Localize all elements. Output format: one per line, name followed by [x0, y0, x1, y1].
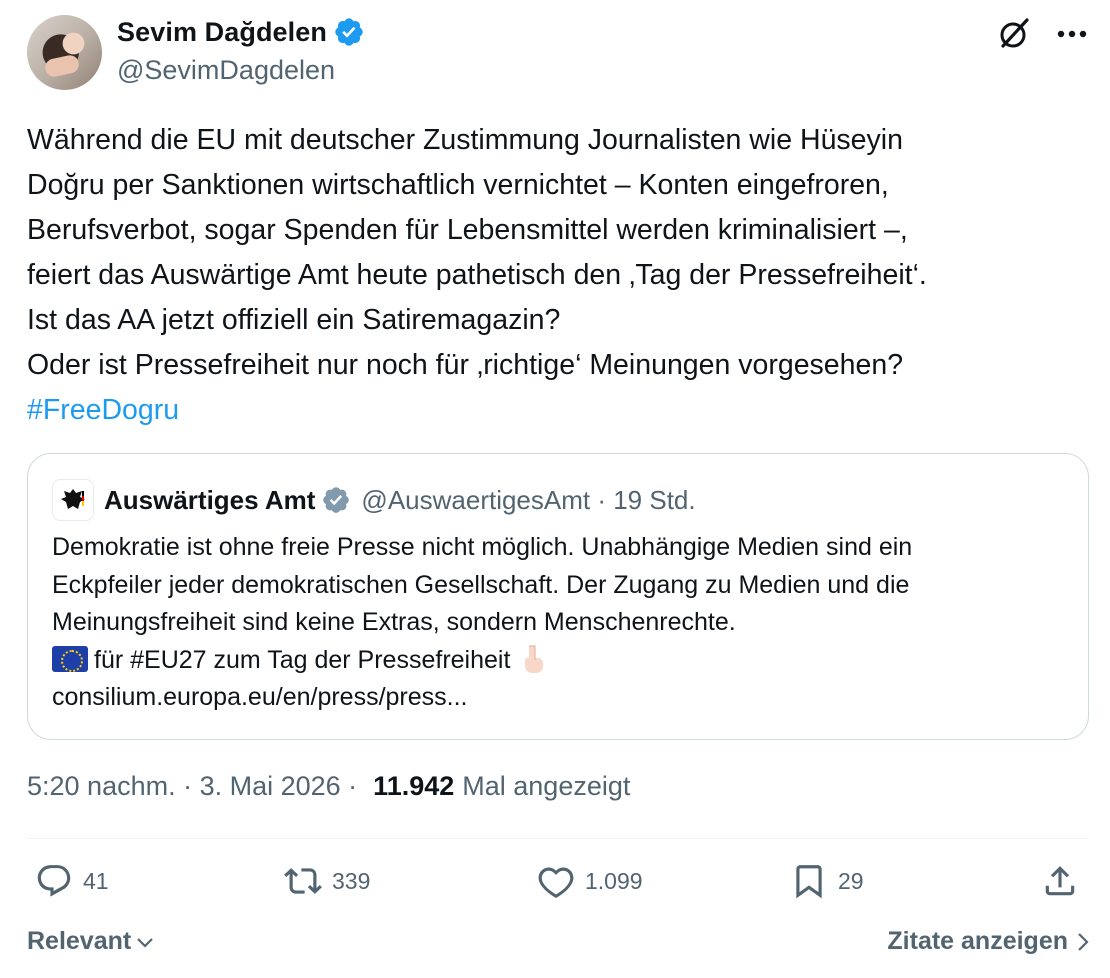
- repost-count: 339: [332, 867, 371, 894]
- views-count: 11.942: [373, 771, 455, 801]
- hashtag-link[interactable]: #FreeDogru: [27, 394, 179, 426]
- like-button[interactable]: 1.099: [537, 862, 643, 900]
- sort-label: Relevant: [27, 927, 132, 955]
- action-bar: 41 339 1.099 29: [27, 862, 1089, 910]
- tweet-timestamp[interactable]: 5:20 nachm. · 3. Mai 2026 ·: [27, 771, 357, 802]
- verified-badge-icon: [335, 18, 363, 46]
- chevron-down-icon: [137, 937, 153, 948]
- bookmark-icon: [796, 865, 822, 899]
- quote-link[interactable]: consilium.europa.eu/en/press/press...: [52, 679, 1062, 717]
- quote-line: Eckpfeiler jeder demokratischen Gesellsc…: [52, 570, 910, 599]
- sort-replies-dropdown[interactable]: Relevant: [27, 927, 155, 956]
- divider: [27, 838, 1089, 839]
- tweet-meta: 5:20 nachm. · 3. Mai 2026 · 11.942 Mal a…: [27, 771, 630, 802]
- quote-line: Meinungsfreiheit sind keine Extras, sond…: [52, 608, 736, 636]
- author-display-name[interactable]: Sevim Dağdelen: [117, 17, 327, 48]
- reply-button[interactable]: 41: [35, 862, 109, 900]
- heart-icon: [538, 867, 574, 898]
- author-handle[interactable]: @SevimDagdelen: [117, 55, 335, 86]
- eu-flag-icon: [52, 645, 88, 672]
- share-button[interactable]: [1041, 862, 1079, 900]
- views-label: Mal angezeigt: [462, 771, 631, 801]
- avatar[interactable]: [27, 15, 102, 90]
- eagle-icon: [61, 489, 85, 509]
- government-badge-icon: [323, 487, 350, 513]
- quote-avatar: [52, 479, 94, 521]
- view-quotes-label: Zitate anzeigen: [887, 927, 1068, 955]
- repost-button[interactable]: 339: [284, 862, 370, 900]
- share-icon: [1045, 866, 1075, 896]
- reply-count: 41: [83, 867, 109, 894]
- more-icon[interactable]: [1054, 16, 1090, 52]
- quote-line: für #EU27 zum Tag der Pressefreiheit: [52, 642, 1062, 680]
- bookmark-count: 29: [838, 867, 864, 894]
- tweet-text: Während die EU mit deutscher Zustimmung …: [27, 118, 1089, 433]
- tweet-body: Während die EU mit deutscher Zustimmung …: [27, 124, 927, 381]
- reply-icon: [37, 865, 71, 897]
- quote-line-text: für #EU27 zum Tag der Pressefreiheit: [94, 645, 511, 674]
- quote-handle-time[interactable]: @AuswaertigesAmt · 19 Std.: [361, 485, 695, 516]
- quote-author-name[interactable]: Auswärtiges Amt: [104, 485, 315, 516]
- chevron-right-icon: [1078, 932, 1089, 951]
- quote-line: Demokratie ist ohne freie Presse nicht m…: [52, 533, 913, 561]
- grok-icon[interactable]: [996, 16, 1032, 52]
- view-quotes-link[interactable]: Zitate anzeigen: [887, 927, 1090, 956]
- like-count: 1.099: [585, 867, 643, 894]
- repost-icon: [284, 868, 322, 894]
- quoted-tweet[interactable]: Auswärtiges Amt @AuswaertigesAmt · 19 St…: [27, 453, 1089, 740]
- pointing-down-icon: [525, 644, 544, 673]
- bookmark-button[interactable]: 29: [790, 862, 864, 900]
- quote-text: Demokratie ist ohne freie Presse nicht m…: [52, 529, 1062, 717]
